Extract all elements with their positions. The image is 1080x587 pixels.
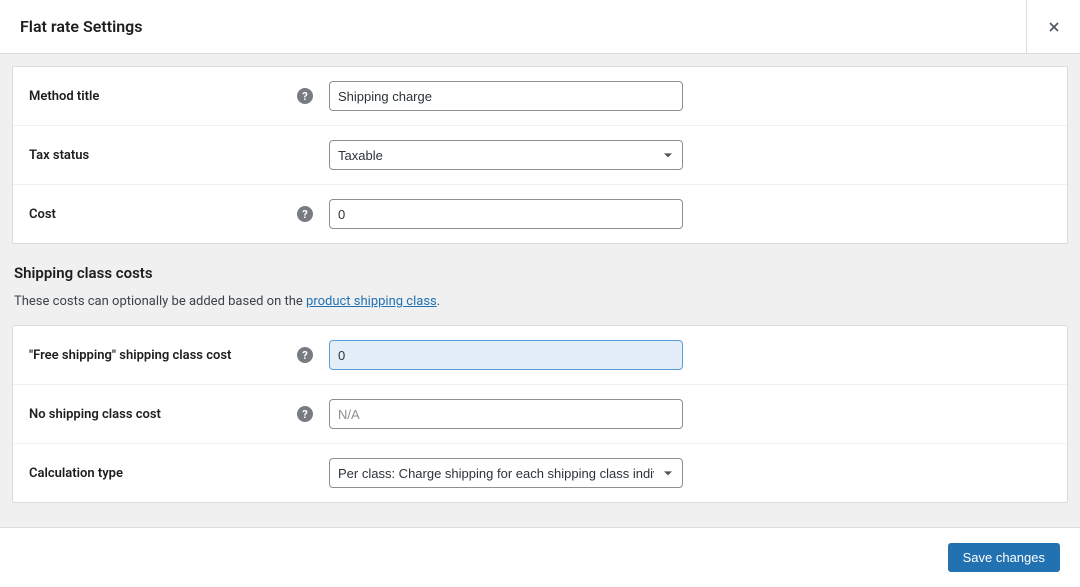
page-title: Flat rate Settings <box>20 17 143 36</box>
shipping-class-heading: Shipping class costs <box>14 264 1066 282</box>
cost-row: Cost ? <box>13 185 1067 243</box>
method-title-control <box>329 81 683 111</box>
modal-content: Method title ? Tax status Taxable Cost ? <box>0 54 1080 527</box>
close-icon <box>1046 19 1062 35</box>
method-title-row: Method title ? <box>13 67 1067 126</box>
method-title-label: Method title <box>29 89 99 104</box>
modal-footer: Save changes <box>0 527 1080 587</box>
shipping-class-description: These costs can optionally be added base… <box>14 294 1066 309</box>
free-shipping-label-wrap: "Free shipping" shipping class cost ? <box>29 347 329 363</box>
calculation-type-control: Per class: Charge shipping for each ship… <box>329 458 683 488</box>
cost-label: Cost <box>29 207 56 222</box>
cost-input[interactable] <box>329 199 683 229</box>
method-title-label-wrap: Method title ? <box>29 88 329 104</box>
free-shipping-control <box>329 340 683 370</box>
modal-header: Flat rate Settings <box>0 0 1080 54</box>
tax-status-row: Tax status Taxable <box>13 126 1067 185</box>
calculation-type-row: Calculation type Per class: Charge shipp… <box>13 444 1067 502</box>
close-button[interactable] <box>1026 0 1080 54</box>
description-suffix: . <box>437 294 440 309</box>
no-shipping-control <box>329 399 683 429</box>
product-shipping-class-link[interactable]: product shipping class <box>306 294 437 309</box>
no-shipping-label-wrap: No shipping class cost ? <box>29 406 329 422</box>
save-button[interactable]: Save changes <box>948 543 1060 572</box>
main-settings-table: Method title ? Tax status Taxable Cost ? <box>12 66 1068 244</box>
no-shipping-row: No shipping class cost ? <box>13 385 1067 444</box>
help-icon[interactable]: ? <box>297 206 313 222</box>
free-shipping-label: "Free shipping" shipping class cost <box>29 348 231 363</box>
calculation-type-label-wrap: Calculation type <box>29 466 329 481</box>
help-icon[interactable]: ? <box>297 406 313 422</box>
tax-status-control: Taxable <box>329 140 683 170</box>
shipping-class-table: "Free shipping" shipping class cost ? No… <box>12 325 1068 503</box>
free-shipping-row: "Free shipping" shipping class cost ? <box>13 326 1067 385</box>
calculation-type-label: Calculation type <box>29 466 123 481</box>
free-shipping-input[interactable] <box>329 340 683 370</box>
calculation-type-select[interactable]: Per class: Charge shipping for each ship… <box>329 458 683 488</box>
tax-status-select[interactable]: Taxable <box>329 140 683 170</box>
tax-status-label: Tax status <box>29 148 89 163</box>
no-shipping-label: No shipping class cost <box>29 407 161 422</box>
help-icon[interactable]: ? <box>297 88 313 104</box>
method-title-input[interactable] <box>329 81 683 111</box>
tax-status-label-wrap: Tax status <box>29 148 329 163</box>
help-icon[interactable]: ? <box>297 347 313 363</box>
cost-label-wrap: Cost ? <box>29 206 329 222</box>
no-shipping-input[interactable] <box>329 399 683 429</box>
description-prefix: These costs can optionally be added base… <box>14 294 306 309</box>
cost-control <box>329 199 683 229</box>
